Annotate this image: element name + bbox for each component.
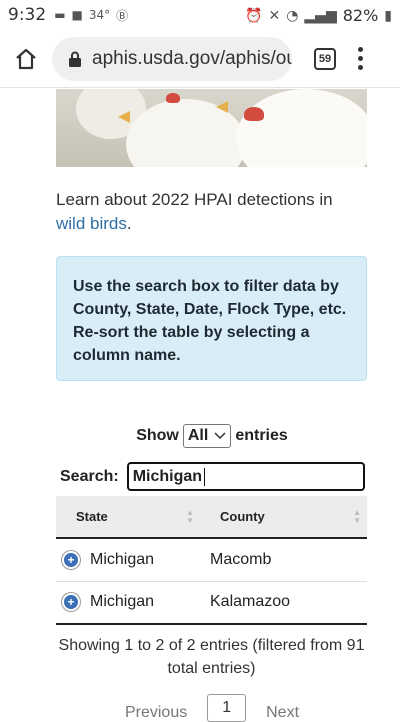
table-info: Showing 1 to 2 of 2 entries (filtered fr… — [58, 637, 365, 677]
mute-icon: ✕ — [268, 7, 281, 24]
pagination: Previous 1 Next — [0, 694, 400, 722]
entries-select[interactable]: All — [182, 424, 232, 448]
wifi-icon: ◔ — [286, 7, 299, 24]
state-cell: + Michigan — [56, 538, 200, 582]
previous-button[interactable]: Previous — [125, 694, 187, 722]
chevron-down-icon — [214, 432, 226, 440]
table-row: + Michigan Macomb — [56, 538, 367, 582]
column-header-county[interactable]: County ▲ ▼ — [200, 496, 367, 539]
signal-icon: ▂▄▆ — [304, 7, 337, 24]
battery-level: 82% — [342, 6, 379, 25]
battery-icon: ▮ — [384, 7, 392, 24]
table-row: + Michigan Kalamazoo — [56, 581, 367, 625]
page-1-button[interactable]: 1 — [207, 694, 247, 722]
county-cell: Kalamazoo — [200, 581, 367, 625]
url-text: aphis.usda.gov/aphis/ou — [92, 47, 292, 69]
status-time: 9:32 — [8, 5, 47, 25]
message-icon: ▬ — [54, 8, 66, 22]
search-input[interactable]: Michigan — [126, 462, 365, 491]
expand-row-icon[interactable]: + — [62, 593, 80, 612]
length-control: Show All entries — [0, 424, 400, 448]
temperature: 34° — [88, 8, 111, 22]
home-icon — [16, 48, 36, 69]
next-button[interactable]: Next — [266, 694, 299, 722]
home-button[interactable] — [0, 48, 52, 70]
alarm-icon: ⏰ — [245, 7, 263, 24]
column-header-state[interactable]: State ▲ ▼ — [56, 496, 200, 539]
address-bar[interactable]: aphis.usda.gov/aphis/ou — [52, 36, 292, 81]
wild-birds-link[interactable]: wild birds — [56, 214, 127, 233]
status-right: ⏰ ✕ ◔ ▂▄▆ 82% ▮ — [245, 6, 392, 25]
status-bar: 9:32 ▬ ■ 34° Ⓑ ⏰ ✕ ◔ ▂▄▆ 82% ▮ — [0, 0, 400, 30]
chat-icon: ■ — [71, 8, 83, 22]
learn-text: Learn about 2022 HPAI detections in wild… — [56, 190, 333, 233]
lock-icon — [69, 51, 81, 67]
expand-row-icon[interactable]: + — [62, 550, 80, 569]
tab-switcher-button[interactable]: 59 — [314, 47, 336, 70]
sort-icon: ▲ ▼ — [186, 508, 194, 525]
county-cell: Macomb — [200, 538, 367, 582]
info-callout: Use the search box to filter data by Cou… — [56, 256, 367, 381]
sort-icon: ▲ ▼ — [353, 508, 361, 525]
b-icon: Ⓑ — [116, 8, 129, 23]
overflow-menu-icon[interactable] — [358, 47, 363, 70]
search-label: Search: — [60, 467, 119, 485]
browser-toolbar: aphis.usda.gov/aphis/ou 59 — [0, 30, 400, 88]
chickens-image — [56, 89, 367, 167]
results-table: State ▲ ▼ County ▲ ▼ + Michigan Macomb + Mic… — [56, 496, 367, 625]
state-cell: + Michigan — [56, 581, 200, 625]
text-caret — [204, 467, 206, 486]
search-row: Search: Michigan — [60, 462, 365, 491]
